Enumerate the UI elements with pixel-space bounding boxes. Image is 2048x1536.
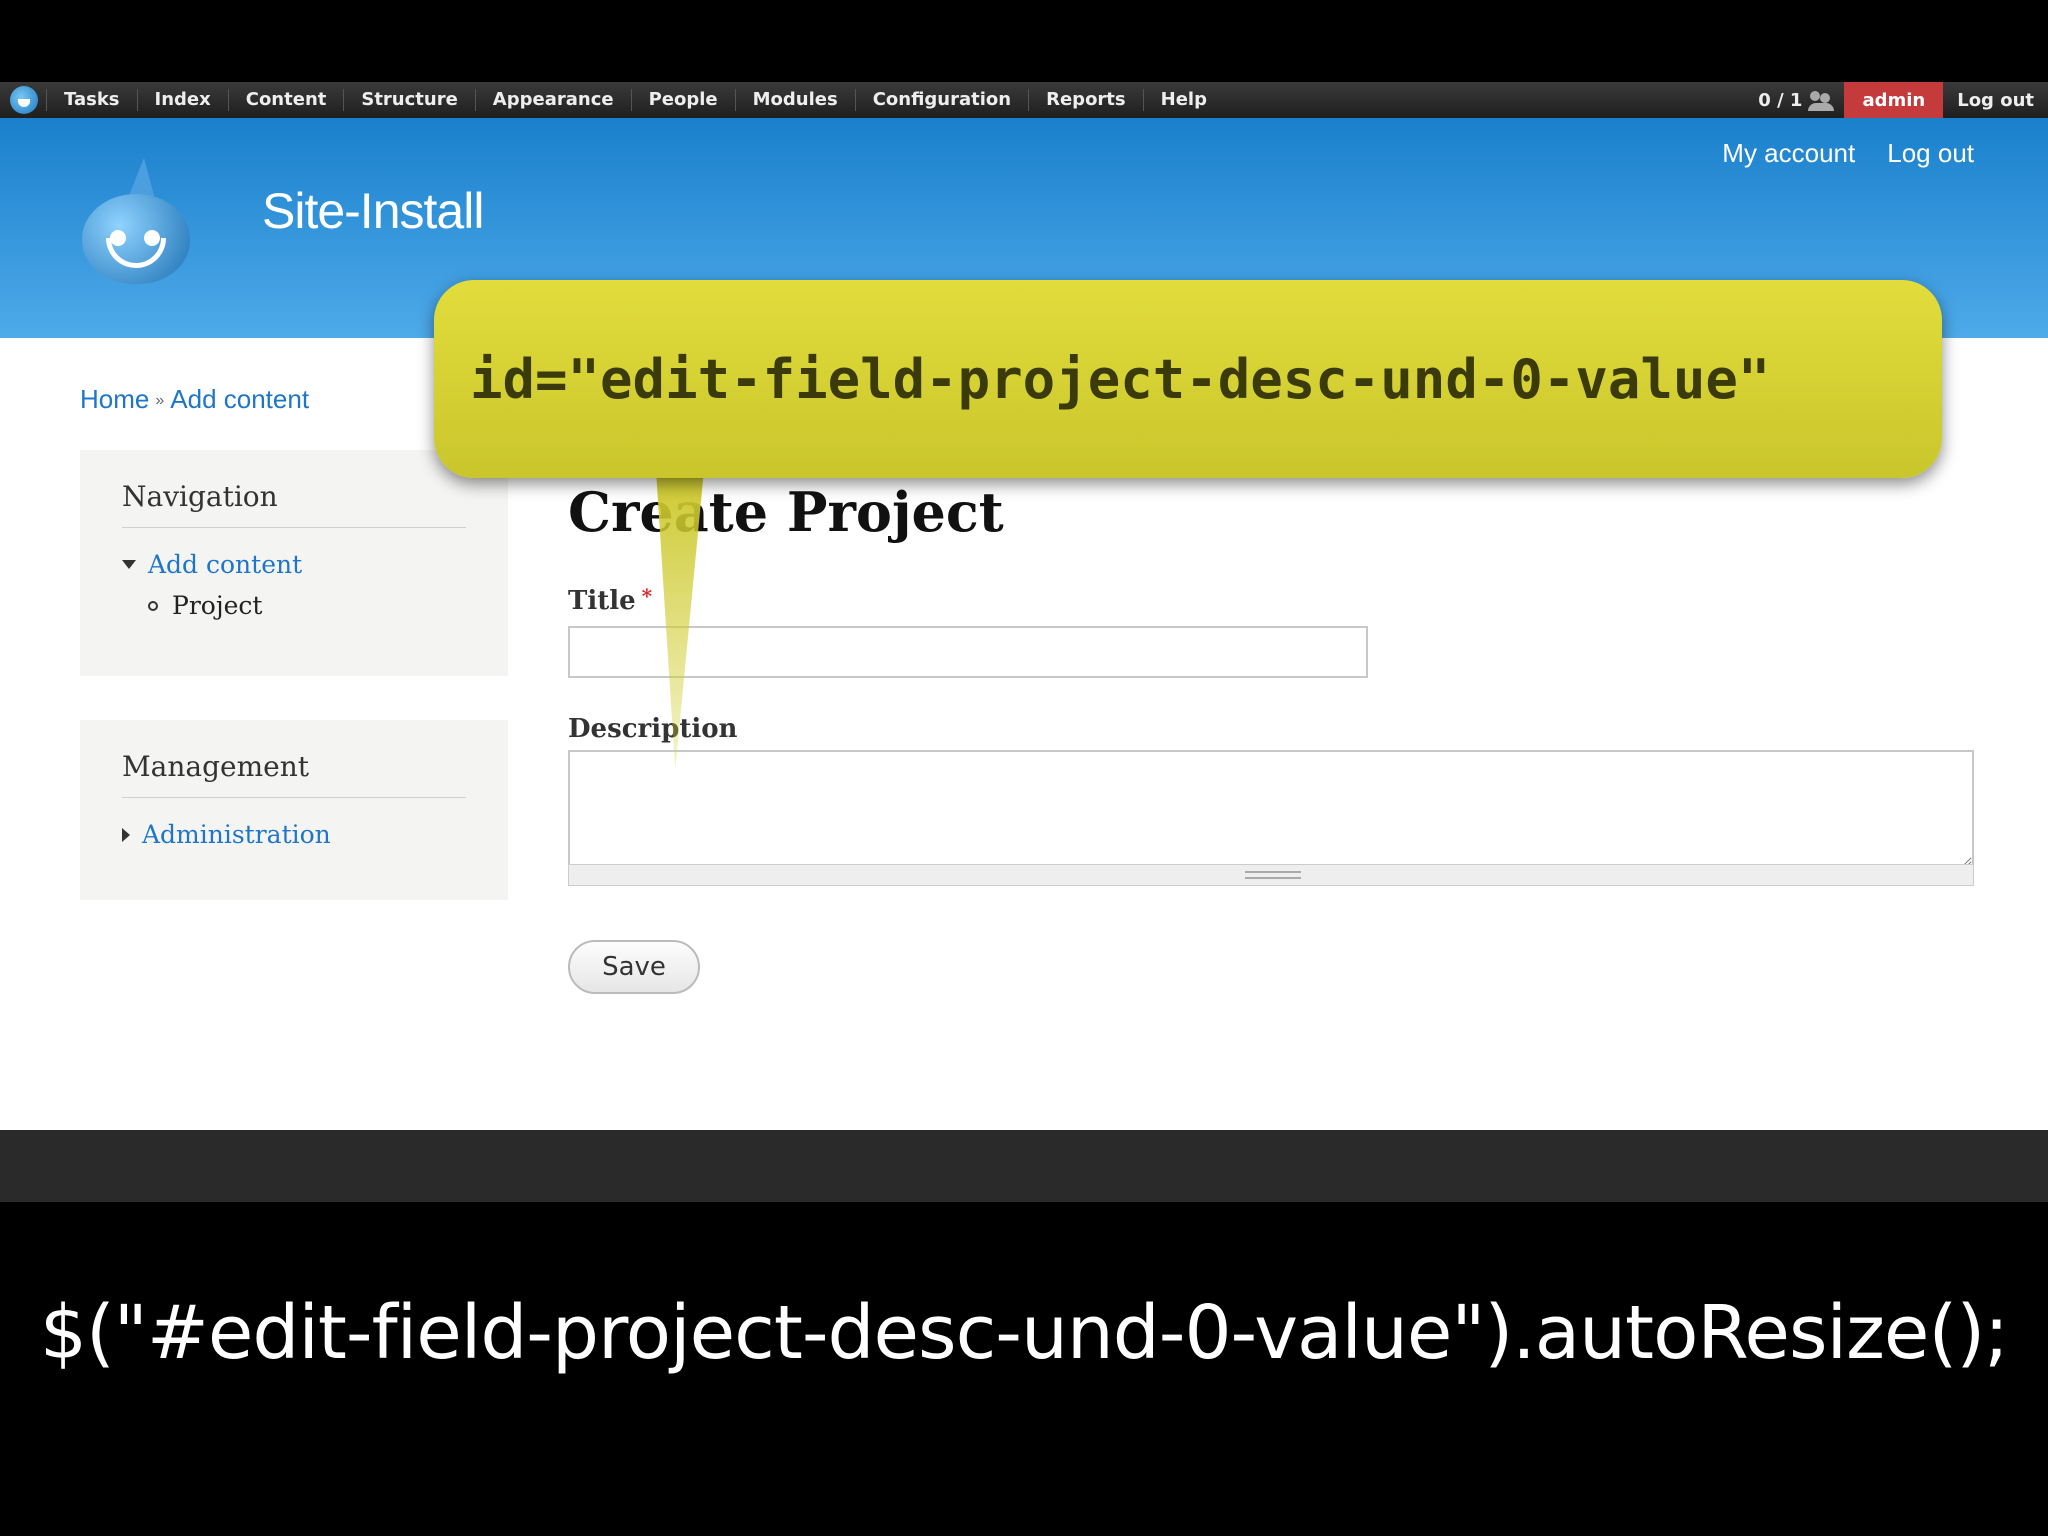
drupal-logo-icon[interactable]: [76, 158, 196, 288]
title-label-text: Title: [568, 586, 636, 616]
breadcrumb-add-content[interactable]: Add content: [170, 384, 309, 414]
toolbar-user-link[interactable]: admin: [1844, 82, 1944, 118]
toolbar-item-reports[interactable]: Reports: [1028, 89, 1143, 111]
toolbar-item-modules[interactable]: Modules: [734, 89, 855, 111]
required-marker: *: [641, 584, 653, 608]
navigation-title: Navigation: [122, 480, 466, 528]
site-name[interactable]: Site-Install: [262, 182, 484, 240]
navigation-block: Navigation Add content Project: [80, 450, 508, 676]
breadcrumb: Home » Add content: [80, 384, 309, 415]
breadcrumb-separator: »: [155, 392, 165, 409]
bullet-icon: [148, 600, 158, 611]
description-textarea[interactable]: [568, 750, 1974, 868]
toolbar-user-area: 0 / 1 admin Log out: [1758, 82, 2048, 118]
nav-item-add-content-label[interactable]: Add content: [148, 550, 302, 579]
callout-bubble: id="edit-field-project-desc-und-0-value": [434, 280, 1942, 478]
title-label: Title *: [568, 584, 653, 616]
code-snippet: $("#edit-field-project-desc-und-0-value"…: [39, 1290, 2009, 1376]
toolbar-logout-link[interactable]: Log out: [1943, 90, 2048, 111]
breadcrumb-home[interactable]: Home: [80, 384, 149, 414]
users-online-count: 0 / 1: [1758, 89, 1803, 111]
management-title: Management: [122, 750, 466, 798]
admin-toolbar: Tasks Index Content Structure Appearance…: [0, 82, 2048, 118]
toolbar-item-index[interactable]: Index: [136, 89, 228, 111]
grip-icon: [1245, 871, 1301, 879]
toolbar-item-configuration[interactable]: Configuration: [854, 89, 1028, 111]
toolbar-item-structure[interactable]: Structure: [343, 89, 474, 111]
management-block: Management Administration: [80, 720, 508, 900]
collapsed-arrow-icon: [122, 827, 130, 842]
users-online: 0 / 1: [1758, 89, 1835, 111]
my-account-link[interactable]: My account: [1722, 138, 1855, 169]
description-label: Description: [568, 714, 738, 744]
users-icon: [1808, 89, 1835, 111]
save-button[interactable]: Save: [568, 940, 700, 994]
home-icon[interactable]: [10, 86, 38, 114]
nav-item-administration-label[interactable]: Administration: [142, 820, 331, 849]
toolbar-item-content[interactable]: Content: [227, 89, 344, 111]
expanded-arrow-icon: [122, 560, 136, 569]
log-out-link[interactable]: Log out: [1887, 138, 1974, 169]
toolbar-item-people[interactable]: People: [630, 89, 735, 111]
nav-item-project[interactable]: Project: [148, 591, 466, 620]
toolbar-item-help[interactable]: Help: [1142, 89, 1224, 111]
nav-item-project-label[interactable]: Project: [172, 591, 262, 620]
callout-text: id="edit-field-project-desc-und-0-value": [470, 347, 1771, 411]
page-footer: [0, 1130, 2048, 1202]
toolbar-item-tasks[interactable]: Tasks: [46, 89, 137, 111]
toolbar-menu: Tasks Index Content Structure Appearance…: [46, 89, 1224, 111]
toolbar-item-appearance[interactable]: Appearance: [474, 89, 631, 111]
textarea-resize-handle[interactable]: [568, 864, 1974, 886]
user-menu: My account Log out: [1722, 138, 1974, 169]
page-title: Create Project: [568, 480, 1004, 544]
nav-item-administration[interactable]: Administration: [122, 820, 466, 849]
nav-item-add-content[interactable]: Add content: [122, 550, 466, 579]
